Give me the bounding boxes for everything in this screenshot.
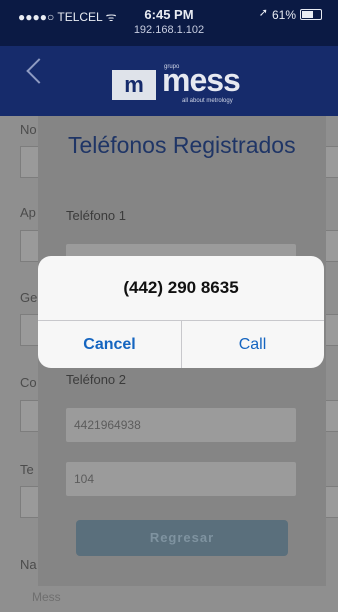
phone1-label: Teléfono 1 bbox=[66, 208, 126, 223]
call-button[interactable]: Call bbox=[181, 321, 324, 368]
back-chevron-icon[interactable] bbox=[26, 58, 52, 84]
battery-percent: 61% bbox=[271, 8, 296, 22]
app-header: m grupo mess all about metrology bbox=[0, 46, 338, 116]
location-arrow-icon: ➚ bbox=[258, 7, 268, 19]
bg-label-6: Na bbox=[20, 557, 37, 572]
battery-icon bbox=[300, 9, 322, 20]
bg-value-bottom: Mess bbox=[32, 590, 61, 604]
page-url: 192.168.1.102 bbox=[133, 24, 205, 36]
call-alert-dialog: (442) 290 8635 Cancel Call bbox=[38, 256, 324, 368]
back-button[interactable]: Regresar bbox=[76, 520, 288, 556]
extension-value: 104 bbox=[74, 472, 95, 486]
logo-tagline: all about metrology bbox=[182, 98, 233, 104]
status-bar: ●●●●○ TELCEL ᯤ 6:45 PM 192.168.1.102 ➚ 6… bbox=[0, 0, 338, 46]
bg-label-2: Ap bbox=[20, 205, 36, 220]
card-title: Teléfonos Registrados bbox=[68, 132, 296, 158]
phone2-label: Teléfono 2 bbox=[66, 372, 126, 387]
bg-label-3: Ge bbox=[20, 290, 38, 305]
mess-logo: m grupo mess all about metrology bbox=[112, 62, 250, 104]
extension-field[interactable]: 104 bbox=[66, 462, 296, 496]
bg-label-5: Te bbox=[20, 462, 34, 477]
logo-word: mess bbox=[162, 62, 241, 98]
bg-label-4: Co bbox=[20, 375, 37, 390]
cancel-button[interactable]: Cancel bbox=[38, 321, 181, 368]
bg-label-1: No bbox=[20, 122, 37, 137]
phone2-field[interactable]: 4421964938 bbox=[66, 408, 296, 442]
logo-m-box: m bbox=[112, 70, 156, 100]
phone2-value: 4421964938 bbox=[74, 418, 141, 432]
alert-phone-number: (442) 290 8635 bbox=[123, 278, 239, 297]
